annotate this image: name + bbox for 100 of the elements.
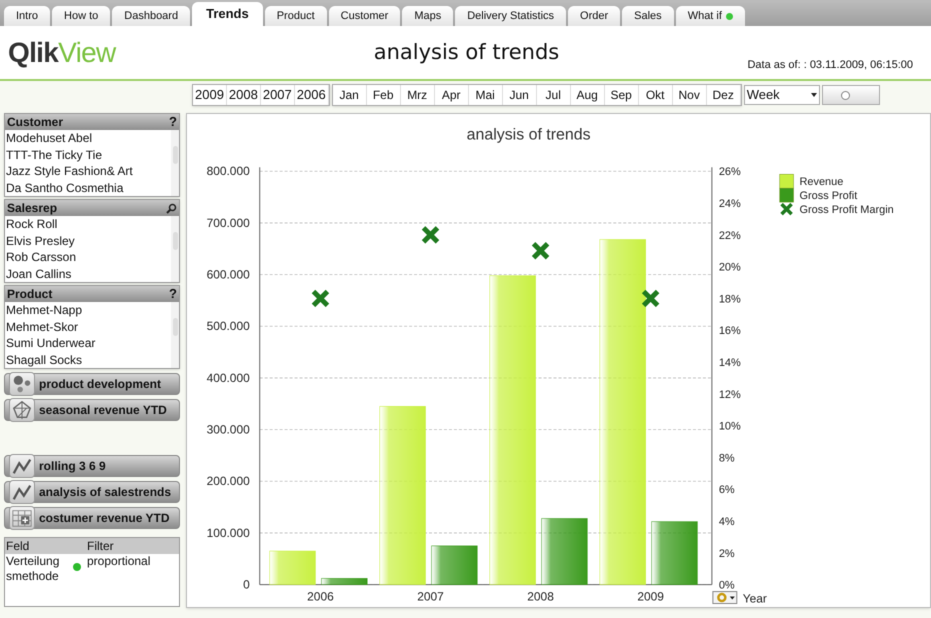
month-button[interactable]: Mrz	[400, 85, 435, 105]
axis-label: 700.000	[206, 216, 250, 230]
list-item[interactable]: Joan Callins	[5, 266, 171, 282]
axis-label: 800.000	[206, 164, 250, 178]
list-item[interactable]: Sumi Underwear	[5, 335, 171, 352]
list-item[interactable]: Elvis Presley	[5, 232, 171, 249]
year-button[interactable]: 2006	[294, 85, 329, 105]
list-item[interactable]: Mehmet-Napp	[5, 302, 171, 318]
scrollbar[interactable]	[171, 216, 179, 282]
axis-label: 26%	[718, 166, 741, 178]
period-dropdown[interactable]: Week	[744, 85, 820, 105]
month-button[interactable]: Jan	[332, 85, 367, 105]
column-header: Feld	[5, 538, 30, 555]
bar	[269, 550, 316, 585]
table-cell-text: Verteilungsmethode	[5, 554, 60, 584]
axis-label: 200.000	[206, 474, 250, 488]
tab[interactable]: Intro	[4, 6, 50, 26]
table-cell-text: proportional	[87, 554, 150, 570]
month-button[interactable]: Nov	[672, 85, 707, 105]
axis-label: 2007	[417, 590, 444, 604]
axis-label: 100.000	[206, 526, 250, 540]
list-box-title: Customer	[7, 114, 64, 131]
month-button[interactable]: Jun	[502, 85, 537, 105]
month-button[interactable]: Mai	[468, 85, 503, 105]
year-button[interactable]: 2007	[260, 85, 295, 105]
axis-label: 2009	[637, 590, 664, 604]
list-item[interactable]: Rock Roll	[5, 216, 171, 232]
bar	[541, 518, 588, 585]
cross-marker	[531, 241, 550, 260]
axis-label: 2%	[718, 548, 735, 560]
tab[interactable]: Sales	[622, 6, 674, 26]
page-title: analysis of trends	[374, 38, 560, 66]
scrollbar[interactable]	[171, 130, 179, 196]
line-chart-icon	[9, 480, 35, 504]
tab[interactable]: Trends	[192, 2, 263, 26]
year-button[interactable]: 2008	[226, 85, 261, 105]
scrollbar[interactable]	[171, 302, 179, 368]
legend-label: Gross Profit	[800, 190, 858, 202]
search-icon[interactable]	[166, 202, 177, 214]
tab[interactable]: Product	[264, 6, 327, 26]
list-item[interactable]: Rob Carsson	[5, 249, 171, 266]
axis-label: 12%	[718, 388, 741, 401]
axis-label: 6%	[718, 484, 735, 496]
nav-button[interactable]: product development	[4, 373, 180, 395]
axis-label: 16%	[718, 325, 741, 338]
cross-marker	[311, 288, 330, 308]
legend-label: Gross Profit Margin	[800, 204, 894, 216]
legend-swatch	[779, 174, 794, 188]
tab[interactable]: Customer	[328, 6, 400, 26]
tab[interactable]: How to	[52, 6, 110, 26]
list-item[interactable]: Mehmet-Skor	[5, 318, 171, 335]
logo-text: View	[58, 36, 116, 70]
tab[interactable]: Delivery Statistics	[455, 6, 566, 26]
month-button[interactable]: Okt	[638, 85, 673, 105]
help-icon[interactable]: ?	[169, 284, 177, 304]
legend-swatch	[779, 188, 794, 202]
axis-label: 24%	[718, 198, 741, 210]
tab[interactable]: What if	[676, 6, 745, 26]
slider-thumb[interactable]	[841, 91, 850, 100]
month-button[interactable]: Dez	[706, 85, 741, 105]
legend-label: Revenue	[800, 176, 844, 188]
axis-label: 0	[243, 578, 250, 592]
month-button[interactable]: Jul	[536, 85, 571, 105]
logo-text: Qlik	[8, 36, 58, 70]
list-item[interactable]: Modehuset Abel	[5, 130, 171, 146]
list-item[interactable]: Jazz Style Fashion& Art	[5, 163, 171, 180]
bar	[651, 521, 698, 585]
axis-label: 22%	[718, 230, 741, 242]
cycle-dropdown-icon[interactable]	[712, 591, 738, 604]
cross-marker	[421, 225, 440, 244]
table-icon	[9, 506, 35, 530]
dots-icon	[9, 372, 35, 396]
axis-label: 4%	[718, 516, 735, 528]
axis-label: 2006	[307, 590, 334, 604]
month-button[interactable]: Sep	[604, 85, 639, 105]
cross-marker	[641, 288, 660, 308]
axis-label: 2008	[527, 590, 554, 604]
tab[interactable]: Maps	[402, 6, 454, 26]
line-chart-icon	[9, 454, 35, 478]
nav-button[interactable]: rolling 3 6 9	[4, 455, 180, 477]
chart-title: analysis of trends	[466, 126, 591, 144]
month-button[interactable]: Apr	[434, 85, 469, 105]
month-button[interactable]: Feb	[366, 85, 401, 105]
year-button[interactable]: 2009	[193, 85, 227, 105]
slider[interactable]	[822, 85, 880, 105]
nav-button[interactable]: costumer revenue YTD	[4, 507, 180, 529]
nav-button[interactable]: seasonal revenue YTD	[4, 399, 180, 421]
list-box-title: Product	[7, 286, 52, 303]
caret-icon	[810, 93, 817, 97]
list-item[interactable]: TTT-The Ticky Tie	[5, 146, 171, 163]
column-header: Filter	[87, 538, 114, 555]
axis-label: 20%	[718, 262, 741, 274]
data-date-text: Data as of: : 03.11.2009, 06:15:00	[747, 58, 913, 72]
nav-button[interactable]: analysis of salestrends	[4, 481, 180, 503]
month-button[interactable]: Aug	[570, 85, 605, 105]
help-icon[interactable]: ?	[169, 112, 177, 132]
tab[interactable]: Order	[568, 6, 620, 26]
list-item[interactable]: Shagall Socks	[5, 352, 171, 368]
list-item[interactable]: Da Santho Cosmethia	[5, 180, 171, 196]
tab[interactable]: Dashboard	[112, 6, 190, 26]
